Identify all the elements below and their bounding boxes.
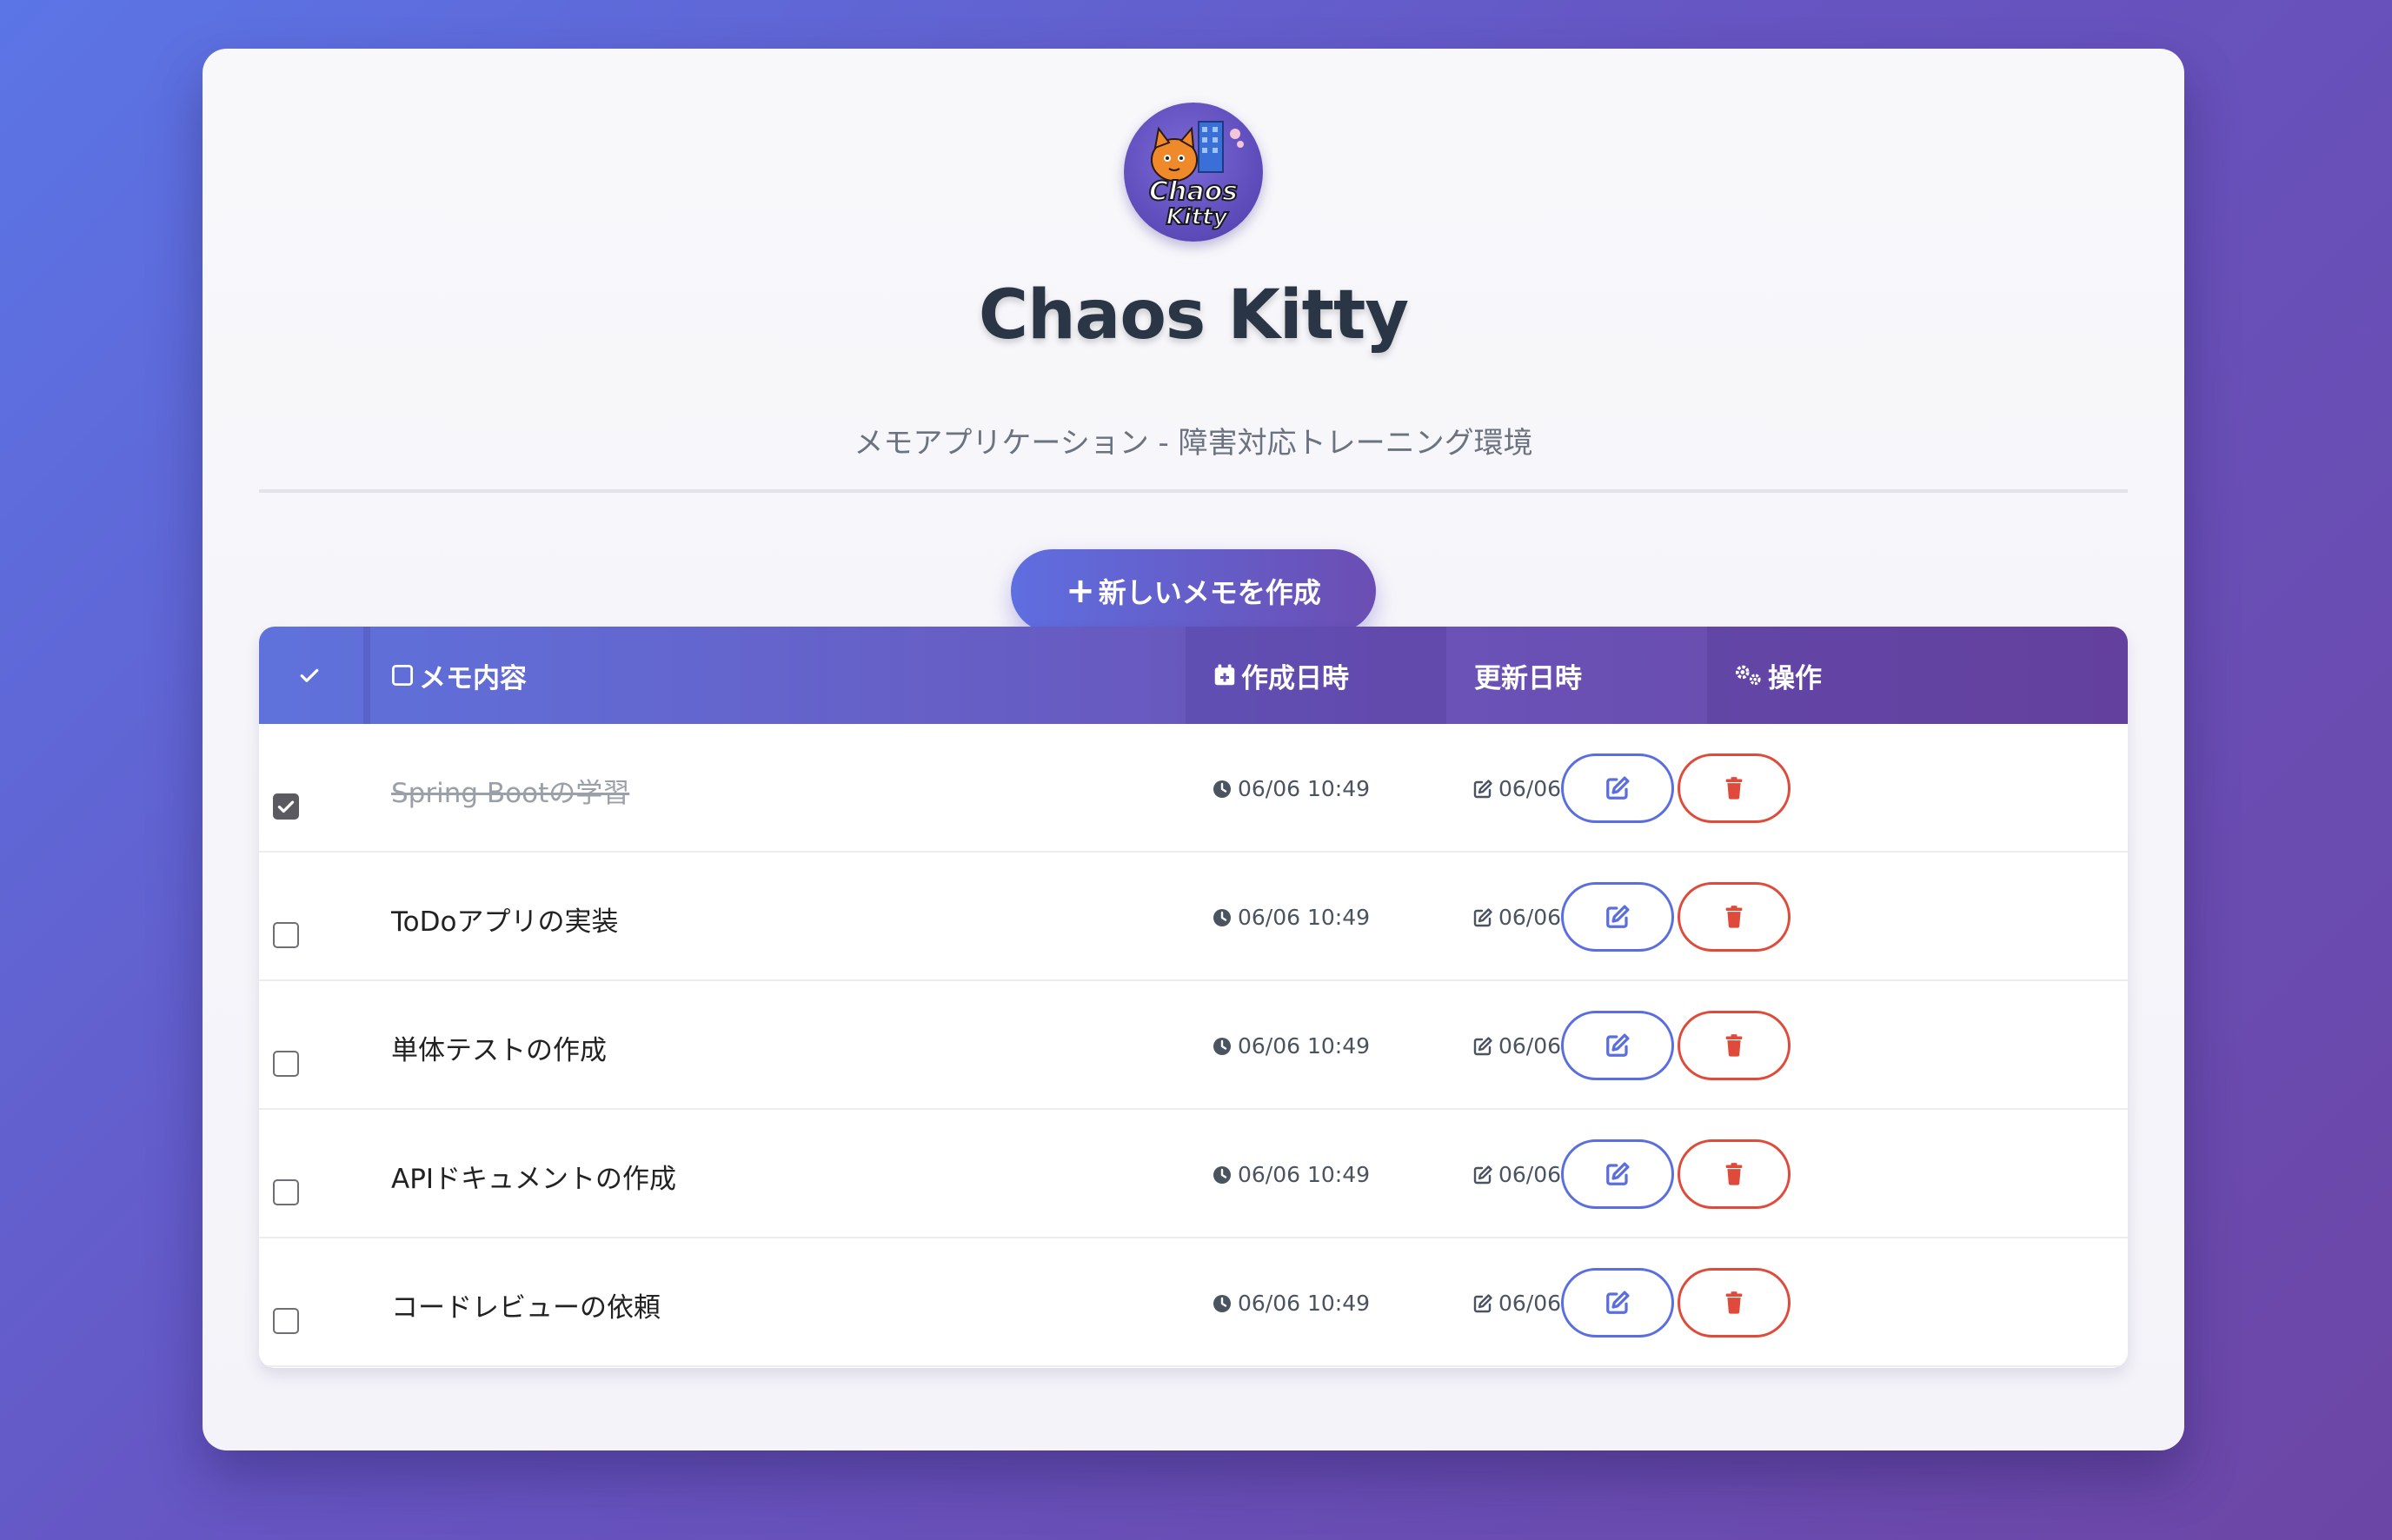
memo-content: コードレビューの依頼	[391, 1292, 661, 1324]
memo-checkbox[interactable]	[273, 1051, 299, 1077]
trash-icon	[1725, 906, 1743, 928]
memo-icon	[392, 665, 413, 686]
delete-button[interactable]	[1678, 1011, 1791, 1080]
clock-icon	[1213, 1294, 1231, 1312]
created-date: 06/06 10:49	[1212, 905, 1370, 930]
edit-icon	[1473, 907, 1492, 926]
header-updated: 更新日時	[1474, 662, 1582, 694]
table-row: コードレビューの依頼06/06 10:4906/06 10:49	[259, 1238, 2128, 1367]
trash-icon	[1725, 777, 1743, 800]
delete-button[interactable]	[1678, 753, 1791, 823]
edit-icon	[1606, 905, 1630, 928]
app-subtitle: メモアプリケーション - 障害対応トレーニング環境	[854, 426, 1533, 461]
created-date: 06/06 10:49	[1212, 1162, 1370, 1187]
table-row: 単体テストの作成06/06 10:4906/06 10:49	[259, 981, 2128, 1110]
created-date: 06/06 10:49	[1212, 1033, 1370, 1059]
memo-content: APIドキュメントの作成	[391, 1164, 677, 1195]
select-all-header[interactable]	[259, 627, 363, 724]
svg-text:Kitty: Kitty	[1166, 204, 1229, 230]
clock-icon	[1213, 1165, 1231, 1184]
memo-content: 単体テストの作成	[391, 1035, 607, 1066]
new-memo-label: 新しいメモを作成	[1098, 576, 1321, 609]
edit-button[interactable]	[1561, 1139, 1674, 1209]
clock-icon	[1213, 908, 1231, 926]
memo-checkbox[interactable]	[273, 793, 299, 820]
created-date: 06/06 10:49	[1212, 776, 1370, 801]
header-content: メモ内容	[389, 627, 1172, 724]
delete-button[interactable]	[1678, 1268, 1791, 1338]
header-actions: 操作	[1707, 627, 2128, 724]
header-created: 作成日時	[1186, 627, 1446, 724]
edit-button[interactable]	[1561, 1011, 1674, 1080]
table-row: APIドキュメントの作成06/06 10:4906/06 10:49	[259, 1110, 2128, 1238]
table-header: メモ内容 作成日時 更新日時 操作	[259, 627, 2128, 724]
app-title: Chaos Kitty	[978, 276, 1409, 355]
table-row: Spring Bootの学習06/06 10:4906/06 10:49	[259, 724, 2128, 853]
memo-content: ToDoアプリの実装	[391, 906, 619, 938]
edit-icon	[1473, 1036, 1492, 1055]
new-memo-button[interactable]: + 新しいメモを作成	[1011, 549, 1376, 633]
header-separator	[363, 627, 370, 724]
trash-icon	[1725, 1163, 1743, 1185]
trash-icon	[1725, 1291, 1743, 1314]
edit-icon	[1606, 1162, 1630, 1185]
clock-icon	[1213, 780, 1231, 798]
gears-icon	[1736, 665, 1761, 686]
edit-icon	[1606, 1291, 1630, 1314]
edit-button[interactable]	[1561, 882, 1674, 952]
memo-table: メモ内容 作成日時 更新日時 操作 Spring Bootの学習 06/06 10…	[259, 627, 2128, 1368]
delete-button[interactable]	[1678, 882, 1791, 952]
header-divider	[259, 489, 2128, 493]
trash-icon	[1725, 1034, 1743, 1057]
memo-checkbox[interactable]	[273, 1179, 299, 1205]
edit-button[interactable]	[1561, 753, 1674, 823]
memo-checkbox[interactable]	[273, 1308, 299, 1334]
memo-checkbox[interactable]	[273, 922, 299, 948]
plus-icon: +	[1066, 571, 1095, 611]
chaos-kitty-logo: Chaos Kitty	[1124, 103, 1263, 242]
edit-icon	[1473, 1165, 1492, 1184]
edit-icon	[1606, 1033, 1630, 1057]
memo-content: Spring Bootの学習	[391, 778, 630, 809]
delete-button[interactable]	[1678, 1139, 1791, 1209]
table-row: ToDoアプリの実装06/06 10:4906/06 10:49	[259, 853, 2128, 981]
svg-text:Chaos: Chaos	[1149, 176, 1238, 207]
edit-icon	[1606, 776, 1630, 800]
check-icon	[300, 668, 319, 682]
edit-button[interactable]	[1561, 1268, 1674, 1338]
edit-icon	[1473, 1293, 1492, 1312]
clock-icon	[1213, 1037, 1231, 1055]
calendar-plus-icon	[1214, 664, 1235, 686]
created-date: 06/06 10:49	[1212, 1291, 1370, 1316]
memo-card: Chaos Kitty Chaos Kitty メモアプリケーション - 障害対…	[203, 49, 2184, 1450]
edit-icon	[1473, 779, 1492, 798]
